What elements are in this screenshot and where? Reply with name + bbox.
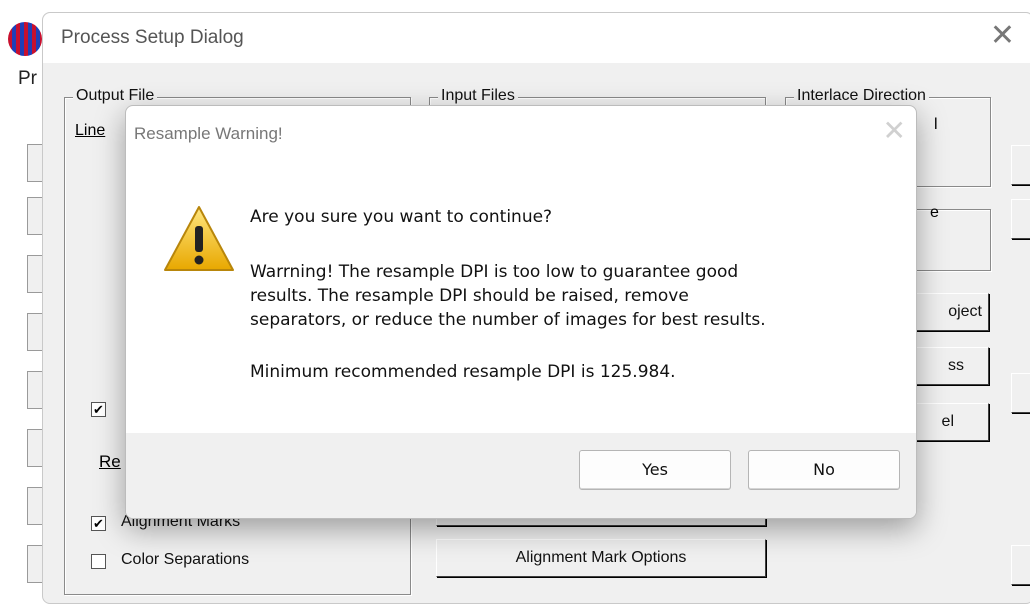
interlace-option-fragment: l [934, 116, 938, 133]
title-bar: Process Setup Dialog ✕ [43, 13, 1030, 63]
secondary-group-fragment: e [930, 204, 939, 221]
line-label: Line [75, 122, 105, 140]
interlace-direction-label: Interlace Direction [794, 87, 929, 105]
alignment-marks-checkbox[interactable]: ✔ [91, 516, 106, 531]
alignment-mark-options-button[interactable]: Alignment Mark Options [436, 539, 766, 577]
warning-line-3: separators, or reduce the number of imag… [250, 310, 766, 330]
warning-triangle-icon [164, 206, 234, 271]
warning-line-2: results. The resample DPI should be rais… [250, 286, 689, 306]
yes-button[interactable]: Yes [579, 450, 731, 490]
dialog-title: Process Setup Dialog [61, 27, 244, 48]
resample-label: Re [99, 452, 121, 472]
resample-warning-dialog: Resample Warning! ✕ Are you sure you wan… [125, 105, 917, 519]
minimum-dpi-text: Minimum recommended resample DPI is 125.… [250, 362, 676, 382]
input-files-label: Input Files [438, 87, 518, 105]
close-icon[interactable]: ✕ [883, 114, 906, 147]
warning-title: Resample Warning! [134, 124, 283, 143]
edge-button[interactable] [1011, 145, 1030, 185]
edge-button[interactable] [1011, 199, 1030, 239]
menu-fragment[interactable]: Pr [18, 68, 37, 90]
checkbox[interactable]: ✔ [91, 402, 106, 417]
line-label-text: Line [75, 122, 106, 139]
color-separations-checkbox[interactable] [91, 554, 106, 569]
no-button[interactable]: No [748, 450, 900, 490]
edge-button[interactable] [1011, 373, 1030, 413]
resample-label-text: Re [99, 452, 121, 471]
color-separations-label: Color Separations [121, 551, 250, 568]
app-icon [8, 22, 42, 56]
close-icon[interactable]: ✕ [990, 21, 1015, 51]
question-text: Are you sure you want to continue? [250, 207, 553, 227]
edge-button[interactable] [1011, 545, 1030, 585]
warning-line-1: Warrning! The resample DPI is too low to… [250, 262, 739, 282]
output-file-label: Output File [73, 87, 158, 105]
